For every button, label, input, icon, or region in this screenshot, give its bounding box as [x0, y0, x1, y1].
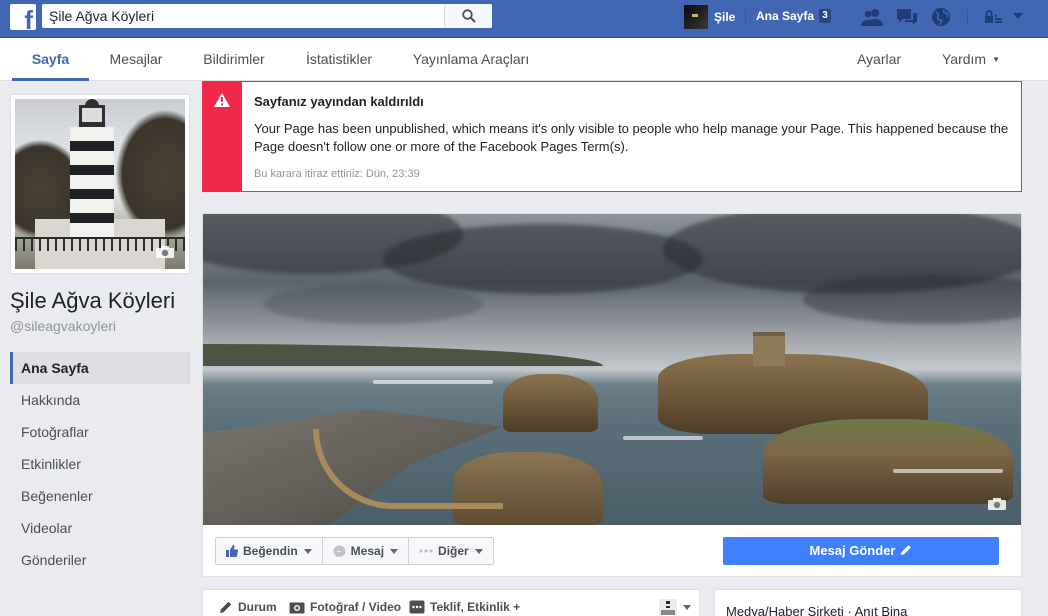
- page-handle[interactable]: @sileagvakoyleri: [10, 318, 190, 334]
- facebook-logo-icon[interactable]: f: [10, 4, 36, 30]
- chevron-down-icon[interactable]: [683, 605, 691, 610]
- profile-link[interactable]: Şile: [684, 5, 735, 29]
- message-label: Mesaj: [350, 544, 385, 558]
- offer-event-label: Teklif, Etkinlik +: [430, 600, 521, 614]
- camera-icon: [289, 602, 305, 614]
- chevron-down-icon: [390, 548, 399, 554]
- alert-appeal-status: Bu karara itiraz ettiniz: Dün, 23:39: [254, 168, 420, 180]
- home-link[interactable]: Ana Sayfa 3: [756, 9, 832, 23]
- help-label: Yardım: [941, 51, 987, 67]
- photo-video-label: Fotoğraf / Video: [310, 600, 402, 614]
- camera-icon[interactable]: [155, 245, 175, 259]
- unpublished-alert: Sayfanız yayından kaldırıldı Your Page h…: [202, 81, 1022, 192]
- page-category: Medya/Haber Şirketi · Anıt Bina: [726, 604, 908, 616]
- lighthouse-photo: [15, 99, 185, 269]
- camera-icon[interactable]: [987, 497, 1007, 511]
- left-column: Şile Ağva Köyleri @sileagvakoyleri Ana S…: [10, 94, 190, 576]
- liked-button[interactable]: Beğendin: [216, 538, 323, 564]
- globe-icon[interactable]: [929, 7, 953, 27]
- chevron-down-icon[interactable]: [1011, 9, 1025, 23]
- sidebar-item-about[interactable]: Hakkında: [10, 384, 190, 416]
- tab-page[interactable]: Sayfa: [12, 38, 89, 81]
- chevron-down-icon: ▼: [992, 55, 1000, 64]
- search-box: [42, 4, 492, 28]
- send-message-button[interactable]: Mesaj Gönder: [723, 537, 999, 565]
- sidebar-item-photos[interactable]: Fotoğraflar: [10, 416, 190, 448]
- sidebar-item-home[interactable]: Ana Sayfa: [10, 352, 190, 384]
- more-label: Diğer: [438, 544, 469, 558]
- alert-body: Your Page has been unpublished, which me…: [254, 121, 1009, 154]
- more-button[interactable]: Diğer: [409, 538, 493, 564]
- page-action-bar: Beğendin Mesaj Diğer Mesaj Gönder: [202, 525, 1022, 577]
- lock-icon[interactable]: [982, 7, 1004, 27]
- sidebar-item-events[interactable]: Etkinlikler: [10, 448, 190, 480]
- page-nav: Sayfa Mesajlar Bildirimler İstatistikler…: [0, 38, 1048, 81]
- home-label: Ana Sayfa: [756, 9, 815, 23]
- alert-title: Sayfanız yayından kaldırıldı: [254, 94, 424, 109]
- message-button[interactable]: Mesaj: [323, 538, 410, 564]
- topbar-divider: [745, 9, 746, 25]
- cover-photo[interactable]: [202, 213, 1022, 525]
- tab-publishing-tools[interactable]: Yayınlama Araçları: [404, 38, 538, 81]
- top-bar: f Şile Ana Sayfa 3: [0, 0, 1048, 38]
- tab-help[interactable]: Yardım ▼: [934, 38, 1008, 81]
- offer-event-tab[interactable]: Teklif, Etkinlik +: [409, 600, 520, 614]
- alert-stripe: [202, 82, 242, 192]
- more-dots-icon: [419, 549, 433, 553]
- search-input[interactable]: [42, 4, 442, 28]
- photo-video-tab[interactable]: Fotoğraf / Video: [289, 600, 401, 614]
- home-badge: 3: [819, 9, 832, 23]
- send-message-label: Mesaj Gönder: [809, 543, 896, 558]
- chevron-down-icon: [303, 548, 312, 554]
- pencil-icon: [220, 601, 232, 613]
- page-info-box: Medya/Haber Şirketi · Anıt Bina: [714, 589, 1022, 616]
- thumbs-up-icon: [226, 545, 238, 557]
- chevron-down-icon: [474, 548, 483, 554]
- tab-settings[interactable]: Ayarlar: [848, 38, 910, 81]
- search-button[interactable]: [444, 4, 492, 28]
- messages-icon[interactable]: [895, 7, 919, 27]
- page-avatar-icon[interactable]: [659, 599, 677, 615]
- tab-notifications[interactable]: Bildirimler: [192, 38, 276, 81]
- page-title: Şile Ağva Köyleri: [10, 288, 176, 313]
- profile-thumbnail: [684, 5, 708, 29]
- sidebar-item-posts[interactable]: Gönderiler: [10, 544, 190, 576]
- messenger-icon: [333, 545, 346, 557]
- search-icon: [462, 9, 476, 23]
- status-label: Durum: [238, 600, 277, 614]
- sidebar-item-videos[interactable]: Videolar: [10, 512, 190, 544]
- topbar-divider: [967, 9, 968, 25]
- action-button-group: Beğendin Mesaj Diğer: [215, 537, 494, 565]
- pencil-icon: [901, 545, 912, 555]
- friends-icon[interactable]: [860, 7, 884, 27]
- post-composer: Durum Fotoğraf / Video Teklif, Etkinlik …: [202, 589, 700, 616]
- sidebar-nav: Ana Sayfa Hakkında Fotoğraflar Etkinlikl…: [10, 352, 190, 576]
- liked-label: Beğendin: [243, 544, 298, 558]
- warning-icon: [214, 93, 230, 107]
- more-dots-icon: [409, 600, 425, 614]
- tab-insights[interactable]: İstatistikler: [296, 38, 382, 81]
- profile-picture[interactable]: [10, 94, 190, 274]
- profile-name: Şile: [714, 10, 736, 24]
- tab-messages[interactable]: Mesajlar: [100, 38, 172, 81]
- sidebar-item-likes[interactable]: Beğenenler: [10, 480, 190, 512]
- status-tab[interactable]: Durum: [219, 600, 277, 614]
- castle-tower: [753, 332, 785, 366]
